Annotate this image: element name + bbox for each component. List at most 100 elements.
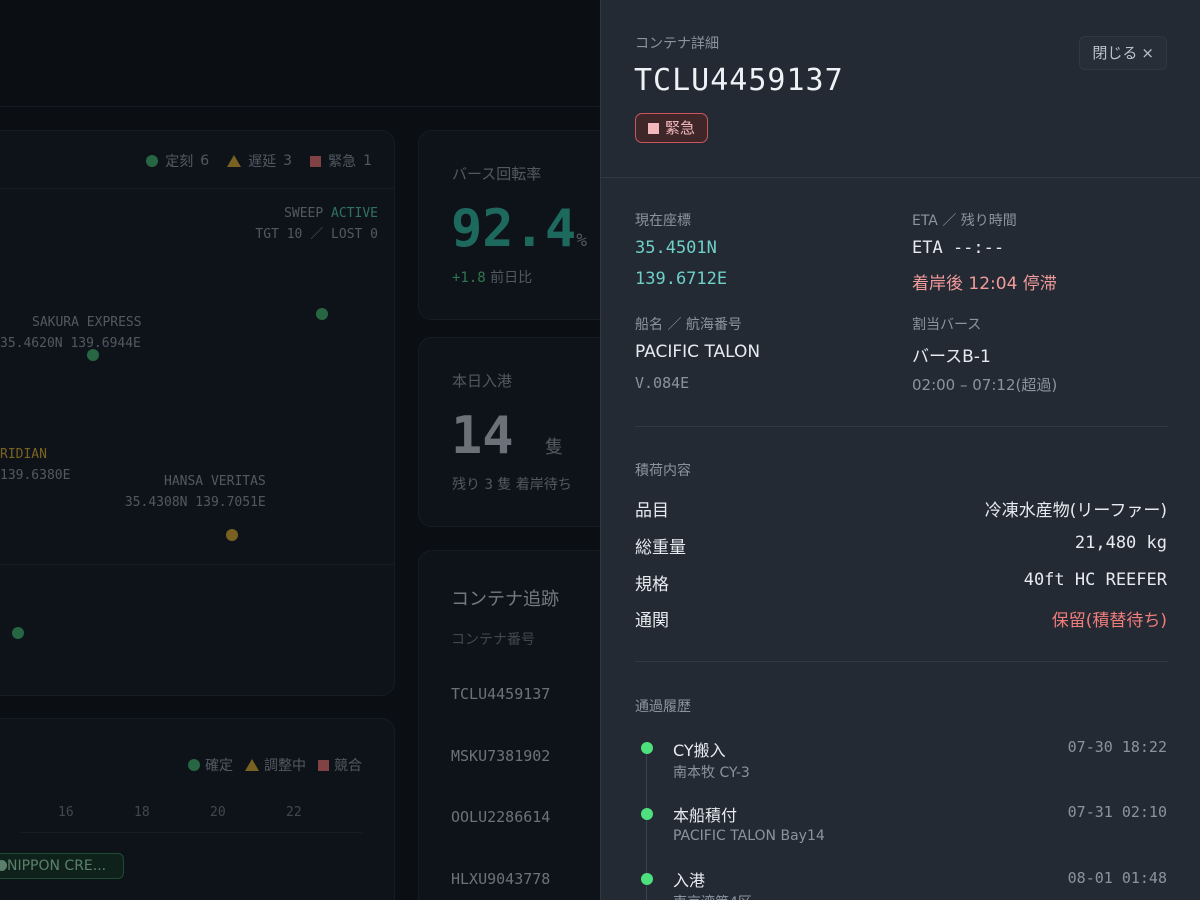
conflict-square-icon: [318, 759, 329, 771]
tracking-row[interactable]: OOLU2286614: [451, 808, 550, 826]
sweep-status: SWEEP ACTIVE TGT 10 ／ LOST 0: [255, 203, 378, 245]
tick-label: 20: [210, 805, 226, 820]
vessel-marker-delayed[interactable]: [226, 529, 238, 541]
section-divider: [635, 661, 1168, 662]
cargo-weight-value: 21,480 kg: [1074, 533, 1167, 553]
berth-label: 割当バース: [912, 317, 982, 333]
vessel-map-card: 定刻 6 遅延 3 緊急 1 SWEEP ACTIVE TGT 10 ／ LOS…: [0, 130, 395, 696]
history-event-time: 07-30 18:22: [1067, 738, 1167, 756]
timeline-dot-icon: [641, 742, 653, 754]
container-detail-panel: コンテナ詳細 TCLU4459137 緊急 閉じる × 現在座標 35.4501…: [600, 0, 1200, 900]
panel-eyebrow: コンテナ詳細: [635, 36, 719, 52]
on-time-dot-icon: [146, 155, 159, 167]
dashboard-background: 定刻 6 遅延 3 緊急 1 SWEEP ACTIVE TGT 10 ／ LOS…: [0, 0, 600, 900]
berth-name: バースB-1: [912, 347, 991, 367]
top-bar: [0, 0, 600, 107]
status-badge: 緊急: [635, 113, 709, 143]
legend-count: 6: [200, 153, 210, 169]
tracking-row[interactable]: MSKU7381902: [451, 747, 550, 765]
legend-conflict: 競合: [318, 755, 362, 775]
ship-label-hansa: HANSA VERITAS 35.4308N 139.7051E: [123, 471, 266, 513]
kpi-number: 14: [451, 406, 514, 466]
legend-label: 遅延: [248, 154, 277, 170]
ship-name: SAKURA EXPRESS: [32, 315, 142, 330]
vessel-name: PACIFIC TALON: [635, 342, 761, 362]
schedule-legend: 確定 調整中 競合: [188, 755, 362, 775]
history-event-time: 07-31 02:10: [1067, 803, 1167, 821]
history-event-location: PACIFIC TALON Bay14: [673, 828, 825, 844]
tracking-row[interactable]: HLXU9043778: [451, 870, 550, 888]
ship-name: RIDIAN: [0, 447, 47, 462]
vessel-marker-ontime[interactable]: [316, 308, 328, 320]
warning-triangle-icon: [227, 155, 242, 167]
timeline-dot-icon: [641, 873, 653, 885]
ship-coords: 35.4308N 139.7051E: [124, 495, 266, 510]
warning-triangle-icon: [245, 759, 259, 771]
history-event-title: 本船積付: [673, 806, 738, 825]
voyage-number: V.084E: [635, 374, 690, 392]
tick-label: 16: [58, 805, 74, 820]
kpi-delta: +1.8: [452, 270, 486, 286]
ship-coords: 139.6380E: [0, 468, 71, 483]
kpi-unit: 隻: [544, 437, 563, 458]
longitude-value: 139.6712E: [635, 269, 728, 289]
cargo-section-title: 積荷内容: [635, 463, 691, 479]
tracking-column-header: コンテナ番号: [451, 632, 535, 648]
legend-adjusting: 調整中: [245, 755, 306, 775]
legend-label: 確定: [205, 758, 233, 774]
chip-label: NIPPON CRE...: [7, 858, 107, 874]
history-event-time: 08-01 01:48: [1067, 869, 1167, 887]
legend-urgent: 緊急 1: [310, 151, 372, 171]
kpi-sub-suffix: 着岸待ち: [515, 477, 572, 493]
cargo-item-label: 品目: [635, 501, 669, 521]
close-button[interactable]: 閉じる ×: [1079, 36, 1167, 70]
cargo-weight-label: 総重量: [635, 538, 686, 558]
vessel-marker-ontime[interactable]: [87, 349, 99, 361]
legend-label: 定刻: [165, 154, 194, 170]
kpi-value: 14 隻: [451, 406, 563, 466]
kpi-sub-unit: 隻: [497, 477, 512, 493]
container-tracking-card: コンテナ追跡 コンテナ番号 TCLU4459137 MSKU7381902 OO…: [418, 550, 600, 900]
history-event-location: 南本牧 CY-3: [673, 765, 750, 781]
history-event-title: CY搬入: [673, 741, 726, 760]
vessel-label: 船名 ／ 航海番号: [635, 317, 742, 333]
sweep-stats: TGT 10 ／ LOST 0: [255, 227, 378, 242]
eta-status: 着岸後 12:04 停滞: [912, 274, 1057, 294]
kpi-unit: %: [576, 230, 588, 251]
section-divider: [635, 426, 1168, 427]
map-header: 定刻 6 遅延 3 緊急 1: [0, 131, 394, 189]
kpi-title: 本日入港: [452, 372, 513, 390]
legend-label: 緊急: [328, 154, 357, 170]
tracking-row[interactable]: TCLU4459137: [451, 685, 550, 703]
tracking-title: コンテナ追跡: [451, 589, 559, 610]
confirmed-dot-icon: [188, 759, 200, 771]
eta-value: ETA --:--: [912, 238, 1005, 258]
sweep-active: ACTIVE: [331, 206, 378, 221]
kpi-delta-label: 前日比: [490, 270, 533, 286]
kpi-remaining: 3: [484, 477, 493, 493]
close-label: 閉じる: [1092, 44, 1138, 62]
ship-coords: 35.4620N 139.6944E: [0, 336, 141, 351]
berth-window: 02:00 – 07:12(超過): [912, 376, 1058, 394]
header-divider: [601, 177, 1200, 178]
kpi-value: 92.4%: [451, 199, 587, 259]
schedule-chip[interactable]: NIPPON CRE...: [0, 853, 124, 879]
cargo-spec-value: 40ft HC REEFER: [1023, 570, 1167, 590]
cargo-item-value: 冷凍水産物(リーファー): [984, 501, 1167, 521]
ship-name: HANSA VERITAS: [164, 474, 266, 489]
timeline-axis: [20, 832, 362, 833]
arrivals-card: 本日入港 14 隻 残り 3 隻 着岸待ち: [418, 337, 600, 527]
legend-count: 3: [283, 153, 293, 169]
history-event-location: 東京湾第4区: [673, 892, 752, 900]
ship-label-sakura: SAKURA EXPRESS 35.4620N 139.6944E: [0, 312, 142, 354]
customs-label: 通関: [635, 611, 669, 631]
sweep-prefix: SWEEP: [284, 206, 324, 221]
kpi-number: 92.4: [451, 199, 577, 259]
badge-label: 緊急: [665, 119, 696, 137]
tick-label: 18: [134, 805, 150, 820]
kpi-sub: 残り 3 隻 着岸待ち: [452, 474, 572, 494]
cargo-spec-label: 規格: [635, 575, 669, 595]
legend-label: 調整中: [264, 758, 306, 774]
map-legend: 定刻 6 遅延 3 緊急 1: [146, 151, 372, 171]
vessel-marker-ontime[interactable]: [12, 627, 24, 639]
